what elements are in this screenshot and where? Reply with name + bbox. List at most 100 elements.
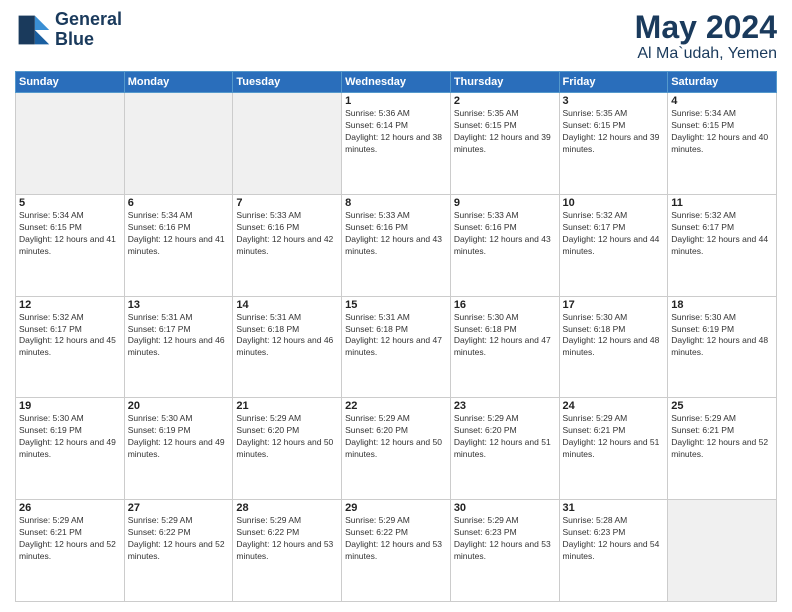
- day-info: Sunrise: 5:29 AMSunset: 6:21 PMDaylight:…: [19, 515, 121, 563]
- day-info: Sunrise: 5:35 AMSunset: 6:15 PMDaylight:…: [454, 108, 556, 156]
- day-number: 4: [671, 95, 773, 107]
- week-row-1: 1Sunrise: 5:36 AMSunset: 6:14 PMDaylight…: [16, 93, 777, 195]
- day-number: 2: [454, 95, 556, 107]
- day-number: 5: [19, 197, 121, 209]
- week-row-2: 5Sunrise: 5:34 AMSunset: 6:15 PMDaylight…: [16, 194, 777, 296]
- page: General Blue May 2024 Al Ma`udah, Yemen …: [0, 0, 792, 612]
- day-cell: [233, 93, 342, 195]
- day-number: 18: [671, 299, 773, 311]
- day-cell: 4Sunrise: 5:34 AMSunset: 6:15 PMDaylight…: [668, 93, 777, 195]
- logo-icon: [15, 12, 51, 48]
- day-number: 10: [563, 197, 665, 209]
- day-number: 6: [128, 197, 230, 209]
- day-cell: 22Sunrise: 5:29 AMSunset: 6:20 PMDayligh…: [342, 398, 451, 500]
- day-info: Sunrise: 5:34 AMSunset: 6:16 PMDaylight:…: [128, 210, 230, 258]
- day-info: Sunrise: 5:28 AMSunset: 6:23 PMDaylight:…: [563, 515, 665, 563]
- day-info: Sunrise: 5:29 AMSunset: 6:20 PMDaylight:…: [345, 413, 447, 461]
- day-cell: 2Sunrise: 5:35 AMSunset: 6:15 PMDaylight…: [450, 93, 559, 195]
- day-number: 27: [128, 502, 230, 514]
- day-info: Sunrise: 5:29 AMSunset: 6:22 PMDaylight:…: [236, 515, 338, 563]
- col-tuesday: Tuesday: [233, 72, 342, 93]
- day-cell: 19Sunrise: 5:30 AMSunset: 6:19 PMDayligh…: [16, 398, 125, 500]
- week-row-4: 19Sunrise: 5:30 AMSunset: 6:19 PMDayligh…: [16, 398, 777, 500]
- day-info: Sunrise: 5:29 AMSunset: 6:22 PMDaylight:…: [345, 515, 447, 563]
- day-cell: 20Sunrise: 5:30 AMSunset: 6:19 PMDayligh…: [124, 398, 233, 500]
- day-info: Sunrise: 5:32 AMSunset: 6:17 PMDaylight:…: [19, 312, 121, 360]
- day-number: 24: [563, 400, 665, 412]
- calendar-table: Sunday Monday Tuesday Wednesday Thursday…: [15, 71, 777, 602]
- day-number: 9: [454, 197, 556, 209]
- day-cell: 26Sunrise: 5:29 AMSunset: 6:21 PMDayligh…: [16, 500, 125, 602]
- day-info: Sunrise: 5:30 AMSunset: 6:19 PMDaylight:…: [19, 413, 121, 461]
- header: General Blue May 2024 Al Ma`udah, Yemen: [15, 10, 777, 63]
- day-cell: 5Sunrise: 5:34 AMSunset: 6:15 PMDaylight…: [16, 194, 125, 296]
- day-cell: 30Sunrise: 5:29 AMSunset: 6:23 PMDayligh…: [450, 500, 559, 602]
- day-cell: 24Sunrise: 5:29 AMSunset: 6:21 PMDayligh…: [559, 398, 668, 500]
- day-info: Sunrise: 5:29 AMSunset: 6:20 PMDaylight:…: [454, 413, 556, 461]
- day-info: Sunrise: 5:29 AMSunset: 6:21 PMDaylight:…: [671, 413, 773, 461]
- day-info: Sunrise: 5:35 AMSunset: 6:15 PMDaylight:…: [563, 108, 665, 156]
- day-number: 13: [128, 299, 230, 311]
- day-number: 11: [671, 197, 773, 209]
- day-cell: 28Sunrise: 5:29 AMSunset: 6:22 PMDayligh…: [233, 500, 342, 602]
- day-cell: 27Sunrise: 5:29 AMSunset: 6:22 PMDayligh…: [124, 500, 233, 602]
- day-cell: 6Sunrise: 5:34 AMSunset: 6:16 PMDaylight…: [124, 194, 233, 296]
- day-cell: 15Sunrise: 5:31 AMSunset: 6:18 PMDayligh…: [342, 296, 451, 398]
- day-number: 8: [345, 197, 447, 209]
- day-info: Sunrise: 5:33 AMSunset: 6:16 PMDaylight:…: [236, 210, 338, 258]
- day-cell: [16, 93, 125, 195]
- day-info: Sunrise: 5:32 AMSunset: 6:17 PMDaylight:…: [563, 210, 665, 258]
- col-thursday: Thursday: [450, 72, 559, 93]
- day-info: Sunrise: 5:30 AMSunset: 6:19 PMDaylight:…: [128, 413, 230, 461]
- day-info: Sunrise: 5:29 AMSunset: 6:21 PMDaylight:…: [563, 413, 665, 461]
- day-cell: 14Sunrise: 5:31 AMSunset: 6:18 PMDayligh…: [233, 296, 342, 398]
- day-info: Sunrise: 5:36 AMSunset: 6:14 PMDaylight:…: [345, 108, 447, 156]
- day-cell: 21Sunrise: 5:29 AMSunset: 6:20 PMDayligh…: [233, 398, 342, 500]
- day-cell: 16Sunrise: 5:30 AMSunset: 6:18 PMDayligh…: [450, 296, 559, 398]
- day-number: 16: [454, 299, 556, 311]
- day-number: 21: [236, 400, 338, 412]
- col-saturday: Saturday: [668, 72, 777, 93]
- day-number: 25: [671, 400, 773, 412]
- day-number: 31: [563, 502, 665, 514]
- logo: General Blue: [15, 10, 122, 50]
- day-number: 17: [563, 299, 665, 311]
- logo-line1: General: [55, 10, 122, 30]
- day-number: 29: [345, 502, 447, 514]
- day-info: Sunrise: 5:34 AMSunset: 6:15 PMDaylight:…: [671, 108, 773, 156]
- day-number: 26: [19, 502, 121, 514]
- day-cell: 9Sunrise: 5:33 AMSunset: 6:16 PMDaylight…: [450, 194, 559, 296]
- day-info: Sunrise: 5:29 AMSunset: 6:20 PMDaylight:…: [236, 413, 338, 461]
- col-wednesday: Wednesday: [342, 72, 451, 93]
- day-info: Sunrise: 5:33 AMSunset: 6:16 PMDaylight:…: [454, 210, 556, 258]
- day-number: 12: [19, 299, 121, 311]
- day-number: 19: [19, 400, 121, 412]
- day-info: Sunrise: 5:30 AMSunset: 6:18 PMDaylight:…: [454, 312, 556, 360]
- day-number: 23: [454, 400, 556, 412]
- col-monday: Monday: [124, 72, 233, 93]
- day-info: Sunrise: 5:31 AMSunset: 6:17 PMDaylight:…: [128, 312, 230, 360]
- header-row: Sunday Monday Tuesday Wednesday Thursday…: [16, 72, 777, 93]
- day-cell: [124, 93, 233, 195]
- day-cell: [668, 500, 777, 602]
- day-cell: 13Sunrise: 5:31 AMSunset: 6:17 PMDayligh…: [124, 296, 233, 398]
- col-friday: Friday: [559, 72, 668, 93]
- title-area: May 2024 Al Ma`udah, Yemen: [635, 10, 777, 63]
- day-number: 1: [345, 95, 447, 107]
- day-cell: 7Sunrise: 5:33 AMSunset: 6:16 PMDaylight…: [233, 194, 342, 296]
- day-cell: 10Sunrise: 5:32 AMSunset: 6:17 PMDayligh…: [559, 194, 668, 296]
- day-cell: 18Sunrise: 5:30 AMSunset: 6:19 PMDayligh…: [668, 296, 777, 398]
- logo-line2: Blue: [55, 30, 122, 50]
- location-subtitle: Al Ma`udah, Yemen: [635, 45, 777, 63]
- day-cell: 25Sunrise: 5:29 AMSunset: 6:21 PMDayligh…: [668, 398, 777, 500]
- day-cell: 3Sunrise: 5:35 AMSunset: 6:15 PMDaylight…: [559, 93, 668, 195]
- day-number: 30: [454, 502, 556, 514]
- day-number: 20: [128, 400, 230, 412]
- day-info: Sunrise: 5:29 AMSunset: 6:22 PMDaylight:…: [128, 515, 230, 563]
- day-number: 14: [236, 299, 338, 311]
- day-info: Sunrise: 5:31 AMSunset: 6:18 PMDaylight:…: [345, 312, 447, 360]
- day-cell: 23Sunrise: 5:29 AMSunset: 6:20 PMDayligh…: [450, 398, 559, 500]
- day-info: Sunrise: 5:31 AMSunset: 6:18 PMDaylight:…: [236, 312, 338, 360]
- day-cell: 12Sunrise: 5:32 AMSunset: 6:17 PMDayligh…: [16, 296, 125, 398]
- day-info: Sunrise: 5:29 AMSunset: 6:23 PMDaylight:…: [454, 515, 556, 563]
